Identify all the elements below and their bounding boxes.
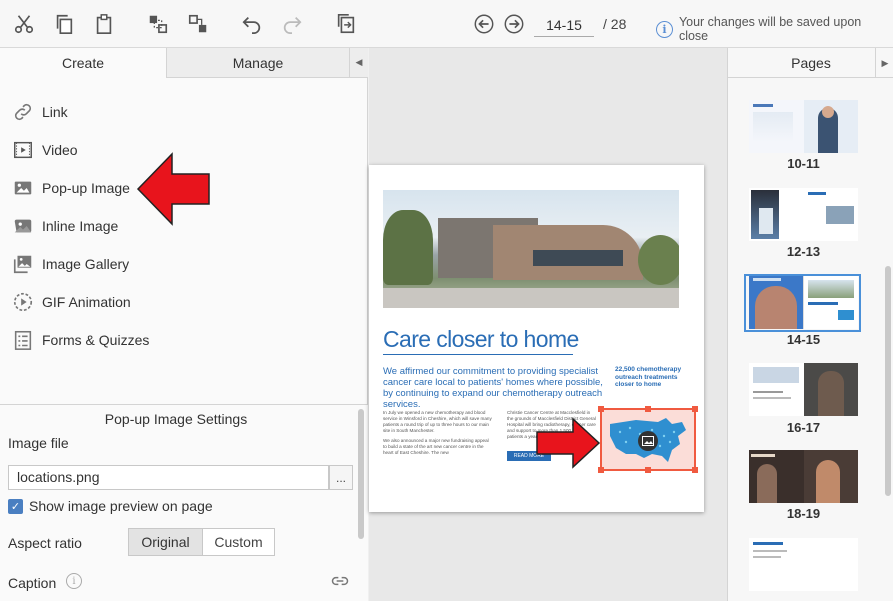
settings-title: Pop-up Image Settings (104, 411, 248, 427)
save-notice: i Your changes will be saved upon close (656, 15, 893, 43)
heading-rule (383, 354, 573, 355)
menu-item-link[interactable]: Link (12, 98, 68, 126)
page-canvas: Care closer to home We affirmed our comm… (369, 48, 727, 601)
document-intro: We affirmed our commitment to providing … (383, 366, 603, 410)
menu-item-label: Inline Image (42, 218, 119, 234)
building-photo (383, 190, 679, 308)
page-thumbnail-label: 14-15 (786, 332, 821, 347)
left-panel: Create Manage ◀ Link Video Pop-up Image … (0, 48, 368, 601)
cut-icon[interactable] (12, 12, 36, 36)
caption-info-icon[interactable]: i (66, 573, 82, 589)
show-preview-label: Show image preview on page (29, 498, 213, 514)
menu-item-gif-animation[interactable]: GIF Animation (12, 288, 131, 316)
pages-title: Pages (728, 48, 893, 78)
browse-file-button[interactable]: ... (329, 465, 353, 490)
save-notice-text: Your changes will be saved upon close (678, 15, 862, 43)
panel-tabs: Create Manage ◀ (0, 48, 368, 78)
page-thumbnail[interactable] (749, 538, 858, 591)
redo-icon[interactable] (280, 12, 304, 36)
toolbar: / 28 i Your changes will be saved upon c… (0, 0, 893, 48)
gif-animation-icon (13, 292, 33, 312)
menu-item-label: Forms & Quizzes (42, 332, 150, 348)
link-icon (14, 103, 32, 121)
caret-right-icon: ▶ (881, 57, 889, 68)
checkmark-icon: ✓ (10, 501, 21, 513)
tab-manage[interactable]: Manage (167, 48, 349, 78)
show-preview-checkbox[interactable]: ✓ (8, 499, 23, 514)
page-thumbnail-label: 18-19 (786, 506, 821, 521)
popup-image-hotspot[interactable] (598, 406, 698, 473)
collapse-panel-button[interactable]: ◀ (349, 48, 368, 78)
group-icon[interactable] (146, 12, 170, 36)
menu-item-video[interactable]: Video (12, 136, 78, 164)
page-thumbnail[interactable] (749, 100, 858, 153)
pages-scrollbar[interactable] (885, 266, 891, 496)
settings-scrollbar[interactable] (358, 409, 364, 539)
menu-item-label: Pop-up Image (42, 180, 130, 196)
image-file-label: Image file (8, 435, 69, 451)
copy-icon[interactable] (52, 12, 76, 36)
image-icon (638, 431, 658, 451)
popup-image-settings: Pop-up Image Settings Image file locatio… (0, 404, 368, 601)
menu-item-inline-image[interactable]: Inline Image (12, 212, 118, 240)
annotation-arrow-right-icon (536, 417, 601, 469)
image-file-input[interactable]: locations.png (8, 465, 329, 490)
page-number-input[interactable] (534, 13, 594, 37)
caption-link-icon[interactable] (330, 571, 350, 591)
annotation-arrow-left-icon (136, 152, 210, 226)
page-thumbnail-selected[interactable] (749, 276, 858, 329)
tab-create[interactable]: Create (0, 48, 167, 78)
page-thumbnail[interactable] (749, 450, 858, 503)
menu-item-popup-image[interactable]: Pop-up Image (12, 174, 130, 202)
menu-item-forms-quizzes[interactable]: Forms & Quizzes (12, 326, 149, 354)
page-thumbnail-label: 16-17 (786, 420, 821, 435)
video-icon (14, 141, 32, 159)
document-column-1: In July we opened a new chemotherapy and… (383, 410, 492, 455)
caption-label: Caption (8, 575, 57, 591)
page-thumbnail[interactable] (749, 363, 858, 416)
menu-item-label: Video (42, 142, 78, 158)
image-gallery-icon (13, 255, 32, 274)
menu-item-label: GIF Animation (42, 294, 131, 310)
caret-left-icon: ◀ (355, 57, 363, 67)
inline-image-icon (14, 219, 32, 233)
aspect-original-button[interactable]: Original (128, 528, 203, 556)
previous-page-icon[interactable] (472, 12, 496, 36)
aspect-ratio-label: Aspect ratio (8, 535, 82, 551)
menu-item-label: Image Gallery (42, 256, 130, 272)
pages-panel: Pages ▶ 10-11 12-13 14-15 16-17 18-19 (727, 48, 893, 601)
aspect-custom-button[interactable]: Custom (202, 528, 275, 556)
menu-item-label: Link (42, 104, 68, 120)
page-total: / 28 (603, 16, 627, 32)
forms-quizzes-icon (14, 330, 32, 350)
page-thumbnail[interactable] (749, 188, 858, 241)
undo-icon[interactable] (240, 12, 264, 36)
popup-image-icon (14, 181, 32, 195)
paste-icon[interactable] (92, 12, 116, 36)
replace-page-icon[interactable] (334, 12, 358, 36)
page-thumbnail-label: 10-11 (787, 156, 820, 171)
menu-item-image-gallery[interactable]: Image Gallery (12, 250, 129, 278)
collapse-pages-button[interactable]: ▶ (875, 48, 893, 78)
ungroup-icon[interactable] (186, 12, 210, 36)
next-page-icon[interactable] (502, 12, 526, 36)
document-side-note: 22,500 chemotherapy outreach treatments … (615, 366, 682, 388)
document-heading: Care closer to home (383, 326, 579, 352)
page-thumbnail-label: 12-13 (786, 244, 821, 259)
info-icon: i (656, 20, 673, 38)
